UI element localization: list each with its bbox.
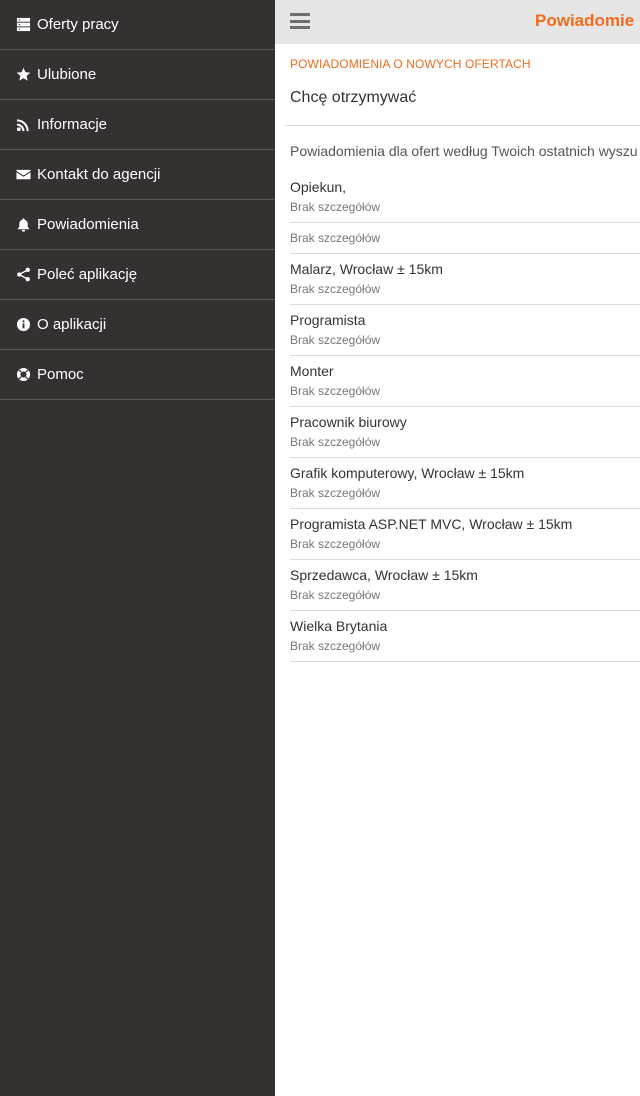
- list-item[interactable]: Sprzedawca, Wrocław ± 15km Brak szczegół…: [290, 560, 640, 611]
- list-item-subtitle: Brak szczegółów: [290, 537, 381, 551]
- sidebar-item-pomoc[interactable]: Pomoc: [0, 350, 275, 400]
- list-item-title: Monter: [290, 363, 334, 379]
- sidebar-item-kontakt[interactable]: Kontakt do agencji: [0, 150, 275, 200]
- menu-icon[interactable]: [290, 13, 310, 29]
- info-icon: [15, 317, 31, 333]
- envelope-icon: [15, 167, 31, 183]
- list-item[interactable]: Monter Brak szczegółów: [290, 356, 640, 407]
- list-item-title: Grafik komputerowy, Wrocław ± 15km: [290, 465, 525, 481]
- list-item-subtitle: Brak szczegółów: [290, 282, 381, 296]
- sidebar-item-label: Pomoc: [37, 366, 84, 383]
- sidebar-item-label: O aplikacji: [37, 316, 107, 333]
- sidebar-item-label: Informacje: [37, 116, 108, 133]
- notification-list: Opiekun, Brak szczegółów Brak szczegółów…: [290, 172, 640, 662]
- list-item-title: Wielka Brytania: [290, 618, 388, 634]
- list-item-subtitle: Brak szczegółów: [290, 639, 381, 653]
- list-item-subtitle: Brak szczegółów: [290, 333, 381, 347]
- list-item-subtitle: Brak szczegółów: [290, 588, 381, 602]
- list-item-title: Malarz, Wrocław ± 15km: [290, 261, 443, 277]
- sidebar-item-label: Oferty pracy: [37, 16, 119, 33]
- sidebar-item-o-aplikacji[interactable]: O aplikacji: [0, 300, 275, 350]
- sidebar-item-label: Powiadomienia: [37, 216, 139, 233]
- section-header: POWIADOMIENIA O NOWYCH OFERTACH: [290, 57, 531, 71]
- navigation-drawer: Oferty pracy Ulubione Informacje Kontakt…: [0, 0, 275, 1096]
- sidebar-item-powiadomienia[interactable]: Powiadomienia: [0, 200, 275, 250]
- sidebar-item-label: Ulubione: [37, 66, 97, 83]
- list-item[interactable]: Wielka Brytania Brak szczegółów: [290, 611, 640, 662]
- list-item[interactable]: Programista Brak szczegółów: [290, 305, 640, 356]
- sidebar-item-ulubione[interactable]: Ulubione: [0, 50, 275, 100]
- sidebar-item-oferty-pracy[interactable]: Oferty pracy: [0, 0, 275, 50]
- list-item[interactable]: Programista ASP.NET MVC, Wrocław ± 15km …: [290, 509, 640, 560]
- sidebar-item-label: Kontakt do agencji: [37, 166, 161, 183]
- sidebar-item-informacje[interactable]: Informacje: [0, 100, 275, 150]
- list-item-title: Pracownik biurowy: [290, 414, 407, 430]
- server-list-icon: [15, 17, 31, 33]
- list-item-subtitle: Brak szczegółów: [290, 384, 381, 398]
- page-title: Powiadomie: [535, 11, 635, 30]
- list-item-title: Sprzedawca, Wrocław ± 15km: [290, 567, 478, 583]
- rss-icon: [15, 117, 31, 133]
- list-item-title: Programista: [290, 312, 366, 328]
- bell-icon: [15, 217, 31, 233]
- star-icon: [15, 67, 31, 83]
- receive-notifications-toggle[interactable]: Chcę otrzymywać: [290, 89, 416, 107]
- share-icon: [15, 267, 31, 283]
- notifications-description: Powiadomienia dla ofert według Twoich os…: [290, 143, 638, 159]
- list-item[interactable]: Brak szczegółów: [290, 223, 640, 254]
- top-bar: Powiadomie: [275, 0, 640, 44]
- list-item[interactable]: Malarz, Wrocław ± 15km Brak szczegółów: [290, 254, 640, 305]
- list-item[interactable]: Grafik komputerowy, Wrocław ± 15km Brak …: [290, 458, 640, 509]
- list-item-subtitle: Brak szczegółów: [290, 435, 381, 449]
- list-item-title: Programista ASP.NET MVC, Wrocław ± 15km: [290, 516, 573, 532]
- list-item-title: Opiekun,: [290, 179, 347, 195]
- list-item[interactable]: Pracownik biurowy Brak szczegółów: [290, 407, 640, 458]
- sidebar-item-polec-aplikacje[interactable]: Poleć aplikację: [0, 250, 275, 300]
- notifications-panel: Powiadomie POWIADOMIENIA O NOWYCH OFERTA…: [275, 0, 640, 1096]
- divider: [285, 125, 640, 126]
- list-item[interactable]: Opiekun, Brak szczegółów: [290, 172, 640, 223]
- lifebuoy-icon: [15, 367, 31, 383]
- list-item-subtitle: Brak szczegółów: [290, 231, 381, 245]
- sidebar-item-label: Poleć aplikację: [37, 266, 138, 283]
- list-item-subtitle: Brak szczegółów: [290, 200, 381, 214]
- list-item-subtitle: Brak szczegółów: [290, 486, 381, 500]
